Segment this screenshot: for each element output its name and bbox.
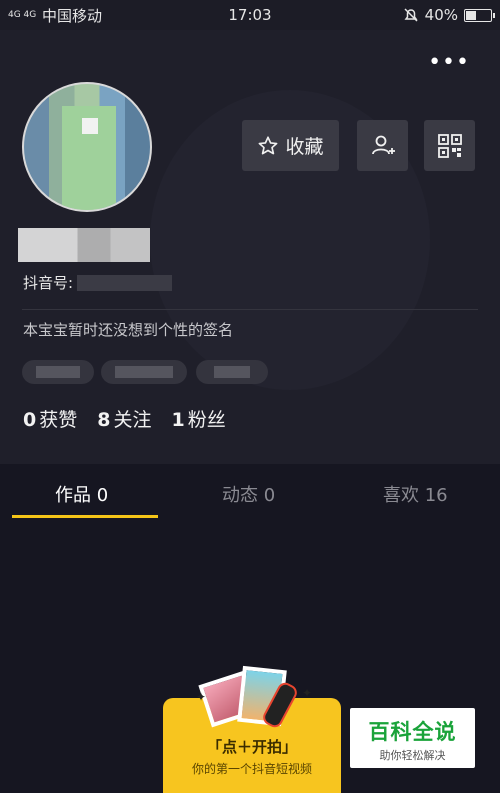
- baike-watermark: 百科全说 助你轻松解决: [350, 708, 475, 768]
- stat-likes[interactable]: 0 获赞: [23, 405, 77, 432]
- signature[interactable]: 本宝宝暂时还没想到个性的签名: [23, 319, 233, 340]
- favorite-label: 收藏: [285, 136, 324, 158]
- tab-indicator: [12, 515, 158, 518]
- tab-works[interactable]: 作品 0: [55, 481, 108, 507]
- divider: [22, 309, 478, 310]
- douyin-id: 抖音号:: [23, 272, 173, 293]
- battery-fill: [466, 10, 477, 20]
- douyin-id-label: 抖音号:: [23, 274, 74, 292]
- profile-header: ••• 收藏 抖音号: 本宝宝暂时还没想到个性的签名 0 获赞 8 关注 1 粉…: [0, 30, 500, 464]
- battery-icon: [464, 8, 495, 22]
- qr-code-button[interactable]: [424, 120, 475, 171]
- status-right: 40%: [403, 6, 495, 24]
- sparkle-icon: ✦: [302, 686, 313, 700]
- profile-tag[interactable]: [196, 360, 268, 384]
- baike-subtitle: 助你轻松解决: [379, 749, 446, 762]
- tab-activity[interactable]: 动态 0: [222, 481, 275, 507]
- favorite-button[interactable]: 收藏: [242, 120, 339, 171]
- alarm-icon: [404, 8, 418, 22]
- qr-code-icon: [437, 133, 462, 158]
- stat-following[interactable]: 8 关注: [97, 405, 151, 432]
- profile-tag[interactable]: [22, 360, 94, 384]
- username-blurred: [18, 228, 150, 262]
- tab-bar: 作品 0 动态 0 喜欢 16: [0, 464, 500, 522]
- douyin-id-value-blurred: [77, 274, 173, 291]
- stat-followers[interactable]: 1 粉丝: [172, 405, 226, 432]
- stats-row: 0 获赞 8 关注 1 粉丝: [23, 405, 226, 432]
- sparkle-icon: ✦: [196, 690, 207, 704]
- avatar[interactable]: [22, 82, 152, 212]
- tab-likes[interactable]: 喜欢 16: [383, 481, 448, 507]
- more-button[interactable]: •••: [428, 50, 470, 75]
- add-friend-button[interactable]: [357, 120, 408, 171]
- status-bar: 4G 4G 中国移动 17:03 40%: [0, 0, 500, 30]
- add-user-icon: [371, 135, 395, 154]
- battery-percent: 40%: [424, 6, 458, 24]
- shoot-title: 「点＋开拍」: [206, 738, 297, 756]
- star-icon: [259, 135, 278, 154]
- shoot-subtitle: 你的第一个抖音短视频: [191, 762, 312, 776]
- profile-tag[interactable]: [101, 360, 187, 384]
- baike-title: 百科全说: [368, 720, 457, 744]
